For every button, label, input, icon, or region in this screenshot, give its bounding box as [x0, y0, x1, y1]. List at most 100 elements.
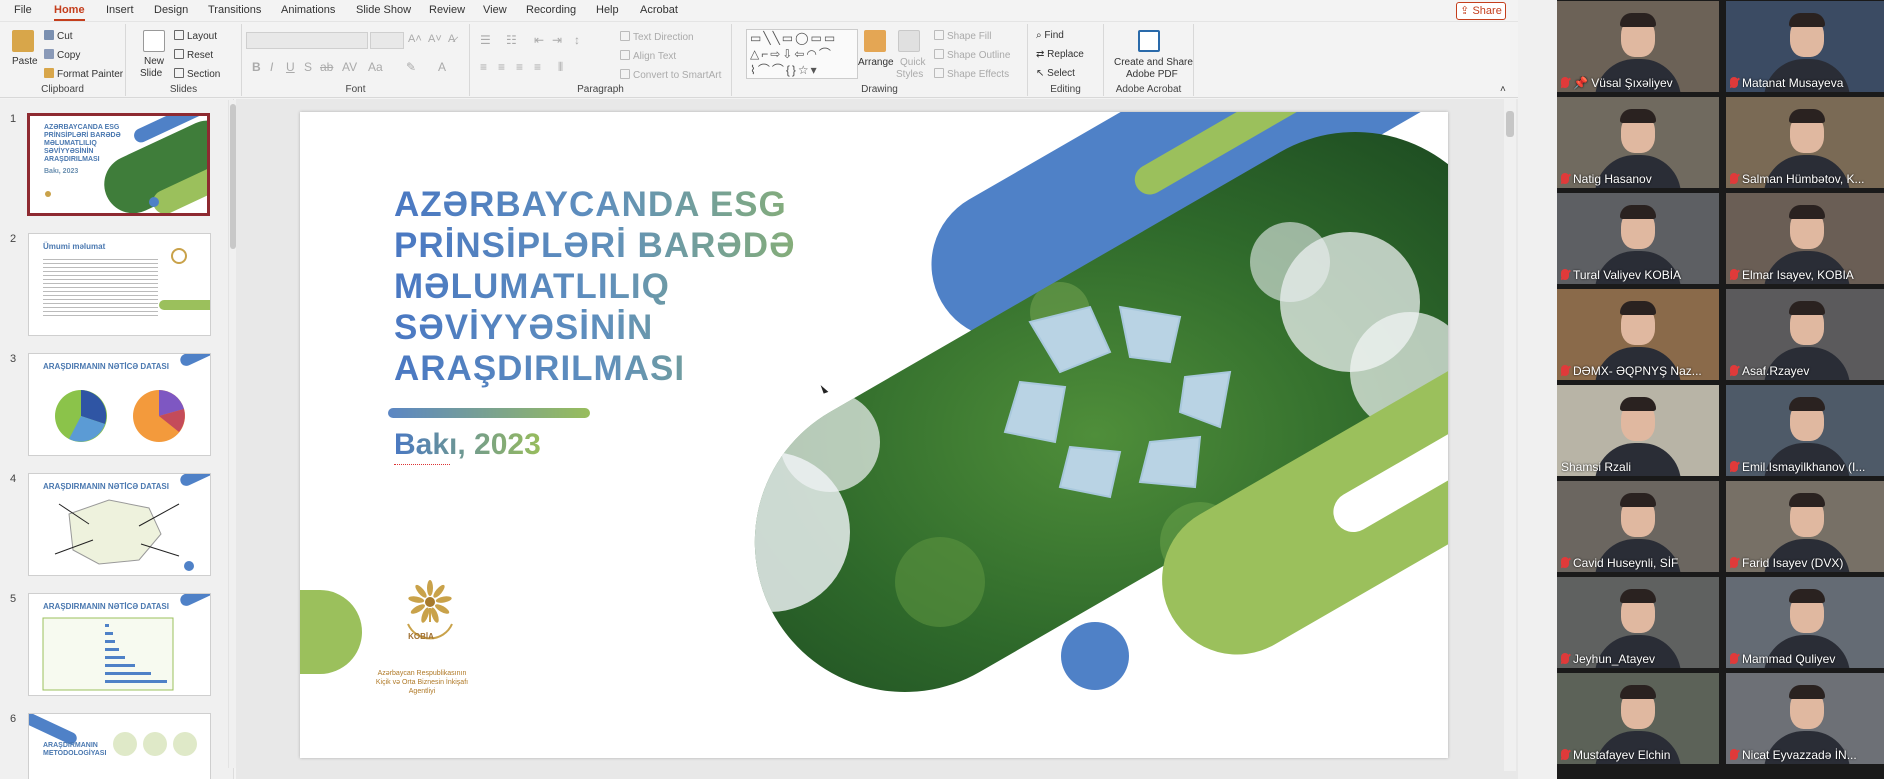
slide-canvas[interactable]: AZƏRBAYCANDA ESG PRİNSİPLƏRİ BARƏDƏ MƏLU…: [300, 112, 1448, 758]
select-button[interactable]: ↖ Select: [1036, 68, 1075, 79]
format-painter-button[interactable]: Format Painter: [44, 68, 123, 80]
shape-outline-button[interactable]: Shape Outline: [934, 49, 1010, 61]
mic-muted-icon: [1561, 365, 1569, 376]
editor-scroll-thumb[interactable]: [1506, 111, 1514, 137]
participant-tile[interactable]: Elmar Isayev, KOBIA: [1726, 193, 1884, 284]
font-family-select[interactable]: [246, 32, 368, 49]
increase-indent-icon[interactable]: ⇥: [552, 33, 562, 47]
text-direction-button[interactable]: Text Direction: [620, 31, 694, 43]
shape-effects-button[interactable]: Shape Effects: [934, 68, 1009, 80]
slide-thumbnail-1[interactable]: AZƏRBAYCANDA ESG PRİNSİPLƏRİ BARƏDƏ MƏLU…: [27, 113, 210, 216]
cut-button[interactable]: Cut: [44, 30, 73, 42]
char-spacing-icon[interactable]: AV: [342, 60, 357, 74]
collapse-ribbon-icon[interactable]: ˄: [1500, 84, 1506, 95]
change-case-icon[interactable]: Aa: [368, 60, 383, 74]
find-button[interactable]: ⌕ Find: [1036, 30, 1064, 41]
participant-tile[interactable]: Matanat Musayeva: [1726, 1, 1884, 92]
tab-design[interactable]: Design: [154, 4, 188, 16]
quick-styles-icon: [898, 30, 920, 52]
slide-thumbnail-3[interactable]: ARAŞDIRMANIN NƏTİCƏ DATASI: [28, 353, 211, 456]
align-left-icon[interactable]: ≡: [480, 60, 487, 74]
clear-format-icon[interactable]: A̷: [448, 33, 455, 45]
shape-fill-button[interactable]: Shape Fill: [934, 30, 991, 42]
participant-tile[interactable]: DƏMX- ƏQPNYŞ Naz...: [1557, 289, 1719, 380]
align-right-icon[interactable]: ≡: [516, 60, 523, 74]
participant-name-label: Emil.Ismayilkhanov (I...: [1742, 460, 1866, 474]
increase-font-icon[interactable]: A˄: [408, 33, 422, 45]
italic-icon[interactable]: I: [270, 60, 273, 74]
participant-tile[interactable]: Mustafayev Elchin: [1557, 673, 1719, 764]
strikethrough-icon[interactable]: ab: [320, 60, 333, 74]
tab-recording[interactable]: Recording: [526, 4, 576, 16]
quick-styles-label-2: Styles: [896, 69, 924, 80]
bold-icon[interactable]: B: [252, 60, 261, 74]
participant-tile[interactable]: Jeyhun_Atayev: [1557, 577, 1719, 668]
align-center-icon[interactable]: ≡: [498, 60, 505, 74]
share-button[interactable]: ⇪ Share: [1456, 2, 1506, 20]
new-slide-button[interactable]: New: [144, 56, 164, 67]
tab-transitions[interactable]: Transitions: [208, 4, 261, 16]
mic-muted-icon: [1561, 653, 1569, 664]
font-color-icon[interactable]: A: [438, 60, 446, 74]
slide-thumbnail-6[interactable]: ARAŞDIRMANIN METODOLOGİYASI: [28, 713, 211, 779]
justify-icon[interactable]: ≡: [534, 60, 541, 74]
convert-smartart-button[interactable]: Convert to SmartArt: [620, 69, 721, 81]
participant-tile[interactable]: Tural Valiyev KOBİA: [1557, 193, 1719, 284]
underline-icon[interactable]: U: [286, 60, 295, 74]
decrease-indent-icon[interactable]: ⇤: [534, 33, 544, 47]
participant-tile[interactable]: Asaf.Rzayev: [1726, 289, 1884, 380]
tab-home[interactable]: Home: [54, 4, 85, 21]
reset-icon: [174, 49, 184, 59]
shapes-gallery[interactable]: ▭╲╲▭◯▭▭ △⌐⇨⇩⇦◠⌒ ⌇⌒⌒{}☆▾: [746, 29, 858, 79]
participant-name: Jeyhun_Atayev: [1561, 652, 1717, 666]
thumb-title: AZƏRBAYCANDA ESG PRİNSİPLƏRİ BARƏDƏ MƏLU…: [44, 124, 121, 163]
decrease-font-icon[interactable]: A˅: [428, 33, 442, 45]
participant-tile[interactable]: Salman Hümbətov, K...: [1726, 97, 1884, 188]
participant-tile[interactable]: Emil.Ismayilkhanov (I...: [1726, 385, 1884, 476]
tab-slide-show[interactable]: Slide Show: [356, 4, 411, 16]
slide-title[interactable]: AZƏRBAYCANDA ESG PRİNSİPLƏRİ BARƏDƏ MƏLU…: [394, 184, 854, 389]
align-text-button[interactable]: Align Text: [620, 50, 676, 62]
create-share-pdf-button[interactable]: Create and Share: [1114, 57, 1193, 68]
copy-button[interactable]: Copy: [44, 49, 80, 61]
participant-tile[interactable]: Natig Hasanov: [1557, 97, 1719, 188]
slide-thumbnail-5[interactable]: ARAŞDIRMANIN NƏTİCƏ DATASI: [28, 593, 211, 696]
mic-muted-icon: [1730, 557, 1738, 568]
slides-group-label: Slides: [169, 84, 198, 95]
layout-button[interactable]: Layout: [174, 30, 217, 42]
editor-scrollbar[interactable]: [1504, 99, 1516, 771]
line-spacing-icon[interactable]: ↕: [574, 33, 580, 47]
participant-tile[interactable]: 📌 Vüsal Şıxəliyev: [1557, 1, 1719, 92]
participant-tile[interactable]: Nicat Eyvazzadə İN...: [1726, 673, 1884, 764]
tab-help[interactable]: Help: [596, 4, 619, 16]
participant-tile[interactable]: Shamsi Rzali: [1557, 385, 1719, 476]
participant-tile[interactable]: Cavid Huseynli, SİF: [1557, 481, 1719, 572]
replace-button[interactable]: ⇄ Replace: [1036, 49, 1084, 60]
slide-subtitle-date[interactable]: Bakı, 2023: [394, 428, 541, 462]
slide-thumbnail-4[interactable]: ARAŞDIRMANIN NƏTİCƏ DATASI: [28, 473, 211, 576]
bullets-icon[interactable]: ☰: [480, 33, 491, 47]
shape-outline-label: Shape Outline: [947, 50, 1011, 61]
paste-button[interactable]: Paste: [12, 56, 38, 67]
tab-insert[interactable]: Insert: [106, 4, 134, 16]
columns-icon[interactable]: ⫴: [558, 60, 563, 75]
quick-styles-button[interactable]: Quick: [900, 57, 926, 68]
thumbnail-scrollbar[interactable]: [228, 100, 236, 768]
tab-review[interactable]: Review: [429, 4, 465, 16]
participant-tile[interactable]: Mammad Quliyev: [1726, 577, 1884, 668]
arrange-button[interactable]: Arrange: [858, 57, 894, 68]
numbering-icon[interactable]: ☷: [506, 33, 517, 47]
section-button[interactable]: Section: [174, 68, 220, 80]
highlight-icon[interactable]: ✎: [406, 60, 416, 74]
font-size-select[interactable]: [370, 32, 404, 49]
reset-button[interactable]: Reset: [174, 49, 213, 61]
participant-name-label: Farid Isayev (DVX): [1742, 556, 1844, 570]
shadow-icon[interactable]: S: [304, 60, 312, 74]
tab-file[interactable]: File: [14, 4, 32, 16]
slide-thumbnail-2[interactable]: Ümumi məlumat: [28, 233, 211, 336]
tab-animations[interactable]: Animations: [281, 4, 335, 16]
tab-view[interactable]: View: [483, 4, 507, 16]
mic-muted-icon: [1561, 173, 1569, 184]
participant-tile[interactable]: Farid Isayev (DVX): [1726, 481, 1884, 572]
tab-acrobat[interactable]: Acrobat: [640, 4, 678, 16]
